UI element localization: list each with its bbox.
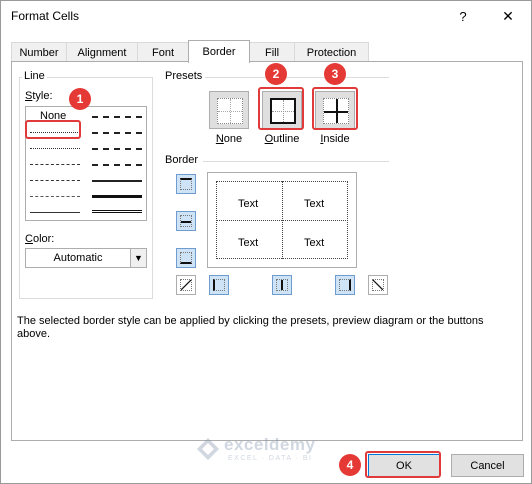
chevron-down-icon[interactable]: ▼ <box>130 249 146 267</box>
close-button[interactable]: ✕ <box>488 3 528 29</box>
help-button[interactable]: ? <box>449 3 477 29</box>
annotation-highlight-ok <box>365 451 441 478</box>
annotation-highlight-outline <box>258 87 304 130</box>
annotation-highlight-style <box>25 120 81 139</box>
line-style-medium-dashed[interactable] <box>92 164 142 166</box>
line-style-double[interactable] <box>92 210 142 213</box>
tab-number[interactable]: Number <box>11 42 67 62</box>
border-preview[interactable]: Text Text Text Text <box>207 172 357 268</box>
color-value: Automatic <box>53 252 103 264</box>
preview-text: Text <box>238 198 259 210</box>
presets-label: Presets <box>165 70 203 82</box>
border-diagonal-up-button[interactable] <box>176 275 196 295</box>
diagonal-down-icon <box>372 279 384 291</box>
preview-text: Text <box>304 198 325 210</box>
tab-font[interactable]: Font <box>137 42 189 62</box>
border-inside-horizontal-button[interactable] <box>176 211 196 231</box>
tab-alignment[interactable]: Alignment <box>66 42 138 62</box>
border-inside-vertical-icon <box>276 279 288 291</box>
color-dropdown[interactable]: Automatic ▼ <box>25 248 147 268</box>
preset-none-icon <box>217 98 243 124</box>
border-left-icon <box>213 279 225 291</box>
border-divider <box>203 161 389 162</box>
dialog-title: Format Cells <box>11 9 80 23</box>
preset-inside-label: Inside <box>320 133 350 145</box>
watermark-name: exceldemy <box>224 435 316 454</box>
annotation-badge-1: 1 <box>69 88 91 110</box>
border-left-button[interactable] <box>209 275 229 295</box>
preview-inside-horizontal <box>216 220 348 221</box>
tab-fill[interactable]: Fill <box>249 42 295 62</box>
annotation-badge-4: 4 <box>339 454 361 476</box>
annotation-highlight-inside <box>312 87 358 130</box>
line-style-dashed[interactable] <box>30 196 80 197</box>
preset-none-button[interactable] <box>209 91 249 129</box>
line-style-thick[interactable] <box>92 195 142 198</box>
exceldemy-watermark: exceldemy EXCEL · DATA · BI <box>196 435 336 467</box>
line-style-medium[interactable] <box>92 180 142 182</box>
presets-divider <box>205 77 389 78</box>
line-style-thin[interactable] <box>30 212 80 213</box>
title-bar: Format Cells ? ✕ <box>1 1 531 32</box>
annotation-badge-2: 2 <box>265 63 287 85</box>
border-label: Border <box>165 154 199 166</box>
watermark-tagline: EXCEL · DATA · BI <box>228 455 313 462</box>
diagonal-up-icon <box>180 279 192 291</box>
line-style-dotted[interactable] <box>30 148 80 149</box>
border-inside-vertical-button[interactable] <box>272 275 292 295</box>
border-bottom-icon <box>180 252 192 264</box>
border-right-icon <box>339 279 351 291</box>
exceldemy-logo-icon <box>197 438 219 460</box>
line-style-medium-dash-dot-dot[interactable] <box>92 116 142 118</box>
border-top-button[interactable] <box>176 174 196 194</box>
preset-none-label: None <box>215 133 243 145</box>
preset-outline-label: Outline <box>264 133 300 145</box>
border-bottom-button[interactable] <box>176 248 196 268</box>
tab-border[interactable]: Border <box>188 40 250 63</box>
line-style-medium-dash-dot[interactable] <box>92 148 142 150</box>
annotation-badge-3: 3 <box>324 63 346 85</box>
border-right-button[interactable] <box>335 275 355 295</box>
style-label: Style: <box>25 90 53 102</box>
preview-text: Text <box>238 237 259 249</box>
border-description: The selected border style can be applied… <box>17 315 484 340</box>
tab-protection[interactable]: Protection <box>294 42 369 62</box>
border-top-icon <box>180 178 192 190</box>
line-style-slant-dash-dot[interactable] <box>92 132 142 134</box>
border-diagonal-down-button[interactable] <box>368 275 388 295</box>
preview-text: Text <box>304 237 325 249</box>
color-label: Color: <box>25 233 55 245</box>
line-group-label: Line <box>22 70 47 82</box>
cancel-button[interactable]: Cancel <box>451 454 524 477</box>
line-style-dash-dot[interactable] <box>30 180 80 181</box>
line-style-dash-dot-dot[interactable] <box>30 164 80 165</box>
border-inside-horizontal-icon <box>180 215 192 227</box>
